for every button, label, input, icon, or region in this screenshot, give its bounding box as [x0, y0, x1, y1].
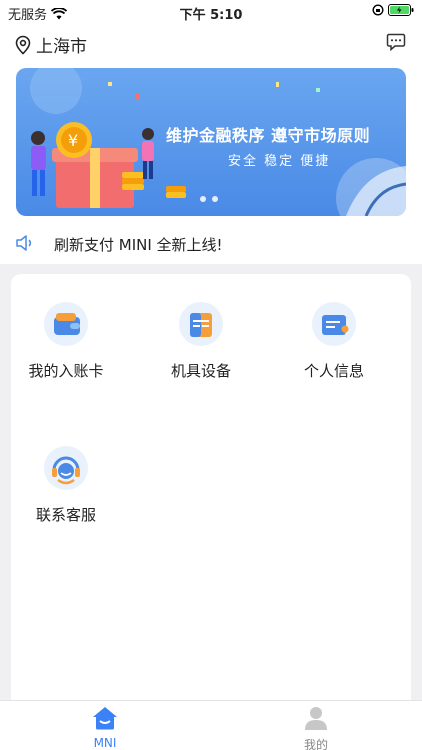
top-bar: 上海市 [0, 24, 422, 64]
menu-item-label: 个人信息 [303, 362, 364, 380]
device-icon [179, 302, 223, 346]
pagination-dot [212, 196, 218, 202]
id-card-icon [312, 302, 356, 346]
battery-icon [388, 4, 414, 16]
menu-item-bank-card[interactable]: 我的入账卡 [11, 302, 121, 381]
pagination-dot [200, 196, 206, 202]
location-pin-icon [15, 35, 31, 55]
menu-item-label: 我的入账卡 [28, 362, 104, 380]
status-time: 下午 5:10 [179, 8, 243, 23]
rotation-lock-icon [372, 4, 384, 16]
notice-text: 刷新支付 MINI 全新上线! [54, 236, 223, 254]
menu-item-customer-service[interactable]: 联系客服 [11, 446, 121, 525]
wallet-icon [44, 302, 88, 346]
city-label: 上海市 [36, 37, 87, 57]
tab-home[interactable]: MNI [55, 705, 155, 750]
menu-item-label: 机具设备 [170, 362, 231, 380]
menu-item-personal-info[interactable]: 个人信息 [279, 302, 389, 381]
location-selector[interactable]: 上海市 [14, 32, 87, 57]
menu-item-label: 联系客服 [35, 506, 96, 524]
chat-bubble-icon [386, 33, 406, 52]
customer-service-icon [44, 446, 88, 490]
banner-subtitle: 安全 稳定 便捷 [228, 154, 331, 169]
tab-bar: MNI 我的 [0, 700, 422, 750]
person-icon [305, 707, 327, 730]
currency-symbol: ¥ [68, 131, 78, 150]
speaker-icon [16, 235, 32, 251]
notice-bar[interactable]: 刷新支付 MINI 全新上线! [0, 224, 422, 264]
tab-mine[interactable]: 我的 [266, 705, 366, 750]
tab-label: MNI [93, 736, 117, 750]
home-icon [93, 707, 117, 730]
banner-title: 维护金融秩序 遵守市场原则 [166, 126, 371, 145]
message-button[interactable] [386, 33, 406, 55]
banner-section: ¥ 维护金融秩序 遵守市场原则 安全 稳定 便捷 [0, 64, 422, 224]
tab-label: 我的 [303, 738, 328, 750]
banner-pagination [200, 196, 218, 202]
promo-banner[interactable]: ¥ 维护金融秩序 遵守市场原则 安全 稳定 便捷 [16, 68, 406, 216]
menu-card: 我的入账卡 机具设备 个人信息 联系客服 [11, 274, 411, 714]
status-bar: 无服务 下午 5:10 [0, 0, 422, 24]
menu-item-devices[interactable]: 机具设备 [146, 302, 256, 381]
